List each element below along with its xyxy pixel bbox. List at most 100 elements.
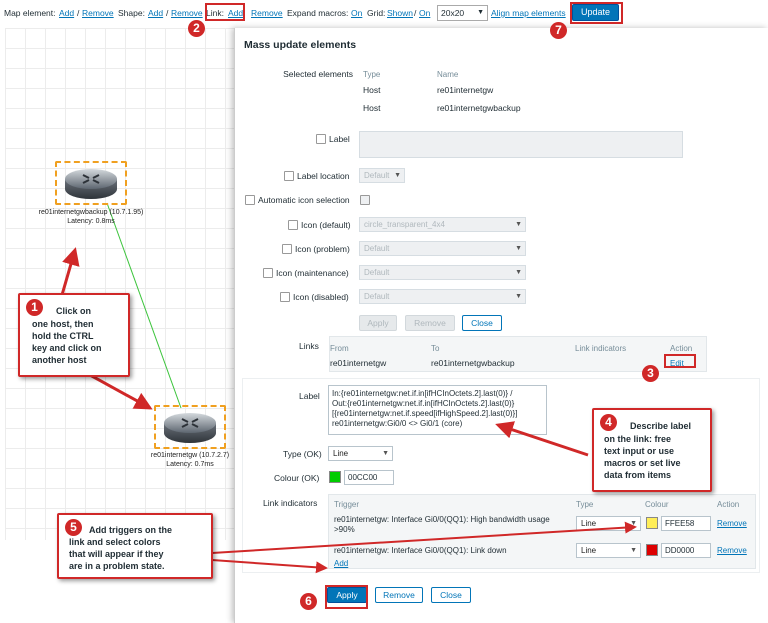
trigger-colour-input[interactable]: FFEE58 — [661, 516, 711, 531]
trigger-type-select[interactable]: Line ▼ — [576, 543, 641, 558]
callout-line: link and select colors — [69, 537, 161, 547]
links-label: Links — [299, 341, 319, 351]
elements-remove-button[interactable]: Remove — [405, 315, 455, 331]
icon-problem-value: Default — [364, 244, 390, 253]
icon-maintenance-checkbox[interactable] — [263, 268, 273, 278]
callout-line: one host, then — [32, 319, 94, 329]
icon-problem-checkbox[interactable] — [282, 244, 292, 254]
trigger-colour-swatch[interactable] — [646, 544, 658, 556]
label-location-checkbox[interactable] — [284, 171, 294, 181]
map-host-backup[interactable] — [55, 161, 127, 205]
icon-disabled-label: Icon (disabled) — [293, 292, 349, 302]
trigger-colour-input[interactable]: DD0000 — [661, 543, 711, 558]
highlight-link-add — [205, 3, 245, 21]
expand-macros-toggle[interactable]: On — [351, 8, 362, 18]
col-colour-header: Colour — [645, 500, 669, 509]
step-badge-4: 4 — [600, 414, 617, 431]
icon-default-checkbox[interactable] — [288, 220, 298, 230]
callout-line: Click on — [56, 306, 92, 316]
icon-disabled-select[interactable]: Default ▼ — [359, 289, 526, 304]
chevron-down-icon: ▼ — [515, 221, 522, 228]
shape-remove-link[interactable]: Remove — [171, 8, 203, 18]
type-ok-label: Type (OK) — [283, 449, 322, 459]
elements-apply-button[interactable]: Apply — [359, 315, 397, 331]
callout-line: text input or use — [604, 446, 675, 456]
selected-name: re01internetgwbackup — [437, 103, 521, 113]
grid-size-select[interactable]: 20x20 ▼ — [437, 5, 488, 21]
chevron-down-icon: ▼ — [515, 293, 522, 300]
grid-shown-toggle[interactable]: Shown — [387, 8, 413, 18]
label-checkbox[interactable] — [316, 134, 326, 144]
trigger-remove-link[interactable]: Remove — [717, 546, 747, 555]
step-badge-5: 5 — [65, 519, 82, 536]
label-textarea[interactable] — [359, 131, 683, 158]
colour-ok-swatch[interactable] — [329, 471, 341, 483]
add-trigger-link[interactable]: Add — [334, 559, 348, 568]
callout-line: on the link: free — [604, 434, 672, 444]
label-location-select[interactable]: Default ▼ — [359, 168, 405, 183]
grid-on-toggle[interactable]: On — [419, 8, 430, 18]
trigger-type-select[interactable]: Line ▼ — [576, 516, 641, 531]
chevron-down-icon: ▼ — [515, 269, 522, 276]
col-to-header: To — [431, 344, 440, 353]
chevron-down-icon: ▼ — [394, 172, 401, 179]
auto-icon-checkbox[interactable] — [245, 195, 255, 205]
icon-problem-select[interactable]: Default ▼ — [359, 241, 526, 256]
icon-maintenance-label: Icon (maintenance) — [276, 268, 349, 278]
callout-line: Add triggers on the — [89, 525, 172, 535]
highlight-update-button — [570, 2, 623, 24]
selected-type: Host — [363, 85, 381, 95]
step-badge-3: 3 — [642, 365, 659, 382]
icon-default-label: Icon (default) — [301, 220, 351, 230]
link-remove-link[interactable]: Remove — [251, 8, 283, 18]
col-from-header: From — [330, 344, 349, 353]
map-host-main[interactable] — [154, 405, 226, 449]
callout-line: another host — [32, 355, 87, 365]
map-toolbar: Map element: Add / Remove Shape: Add / R… — [0, 0, 768, 26]
link-label-textarea[interactable]: In:{re01internetgw:net.if.in[ifHCInOctet… — [328, 385, 547, 435]
callout-line: Describe label — [630, 421, 692, 431]
link-close-button[interactable]: Close — [431, 587, 471, 603]
chevron-down-icon: ▼ — [630, 547, 637, 554]
label-line: Out:{re01internetgw:net.if.in[ifHCInOcte… — [332, 399, 515, 408]
map-canvas[interactable]: re01internetgwbackup (10.7.1.95) Latency… — [5, 28, 237, 540]
host-main-name: re01internetgw (10.7.2.7) — [150, 452, 230, 459]
highlight-edit-link — [664, 354, 696, 368]
chevron-down-icon: ▼ — [630, 520, 637, 527]
trigger-colour-swatch[interactable] — [646, 517, 658, 529]
auto-icon-value-checkbox[interactable] — [360, 195, 370, 205]
icon-maintenance-select[interactable]: Default ▼ — [359, 265, 526, 280]
chevron-down-icon: ▼ — [382, 450, 389, 457]
selected-name: re01internetgw — [437, 85, 494, 95]
colour-ok-label: Colour (OK) — [274, 473, 320, 483]
step-badge-7: 7 — [550, 22, 567, 39]
col-action-header: Action — [670, 344, 693, 353]
icon-problem-label: Icon (problem) — [295, 244, 350, 254]
trigger-remove-link[interactable]: Remove — [717, 519, 747, 528]
separator: / — [166, 8, 169, 18]
selected-elements-label: Selected elements — [283, 69, 353, 79]
label-line: re01internetgw:Gi0/0 <> Gi0/1 (core) — [332, 419, 463, 428]
map-element-remove-link[interactable]: Remove — [82, 8, 114, 18]
label-location-value: Default — [364, 171, 390, 180]
icon-default-select[interactable]: circle_transparent_4x4 ▼ — [359, 217, 526, 232]
callout-line: macros or set live — [604, 458, 681, 468]
type-ok-value: Line — [333, 449, 349, 458]
align-map-elements-link[interactable]: Align map elements — [491, 8, 566, 18]
link-indicators-table: Trigger Type Colour Action re01internetg… — [328, 494, 756, 569]
map-element-label: Map element: — [4, 8, 56, 18]
col-name-header: Name — [437, 70, 459, 79]
map-element-add-link[interactable]: Add — [59, 8, 74, 18]
callout-select-hosts: 1 Click on one host, then hold the CTRL … — [18, 293, 130, 377]
trigger-name: re01internetgw: Interface Gi0/0(QQ1): Li… — [334, 546, 507, 555]
icon-disabled-checkbox[interactable] — [280, 292, 290, 302]
dialog-title: Mass update elements — [244, 39, 357, 51]
elements-close-button[interactable]: Close — [462, 315, 502, 331]
chevron-down-icon: ▼ — [477, 9, 484, 16]
colour-ok-input[interactable]: 00CC00 — [344, 470, 394, 485]
col-type-header: Type — [363, 70, 381, 79]
shape-add-link[interactable]: Add — [148, 8, 163, 18]
link-remove-button[interactable]: Remove — [375, 587, 423, 603]
trigger-name-cont: >90% — [334, 525, 355, 534]
type-ok-select[interactable]: Line ▼ — [328, 446, 393, 461]
